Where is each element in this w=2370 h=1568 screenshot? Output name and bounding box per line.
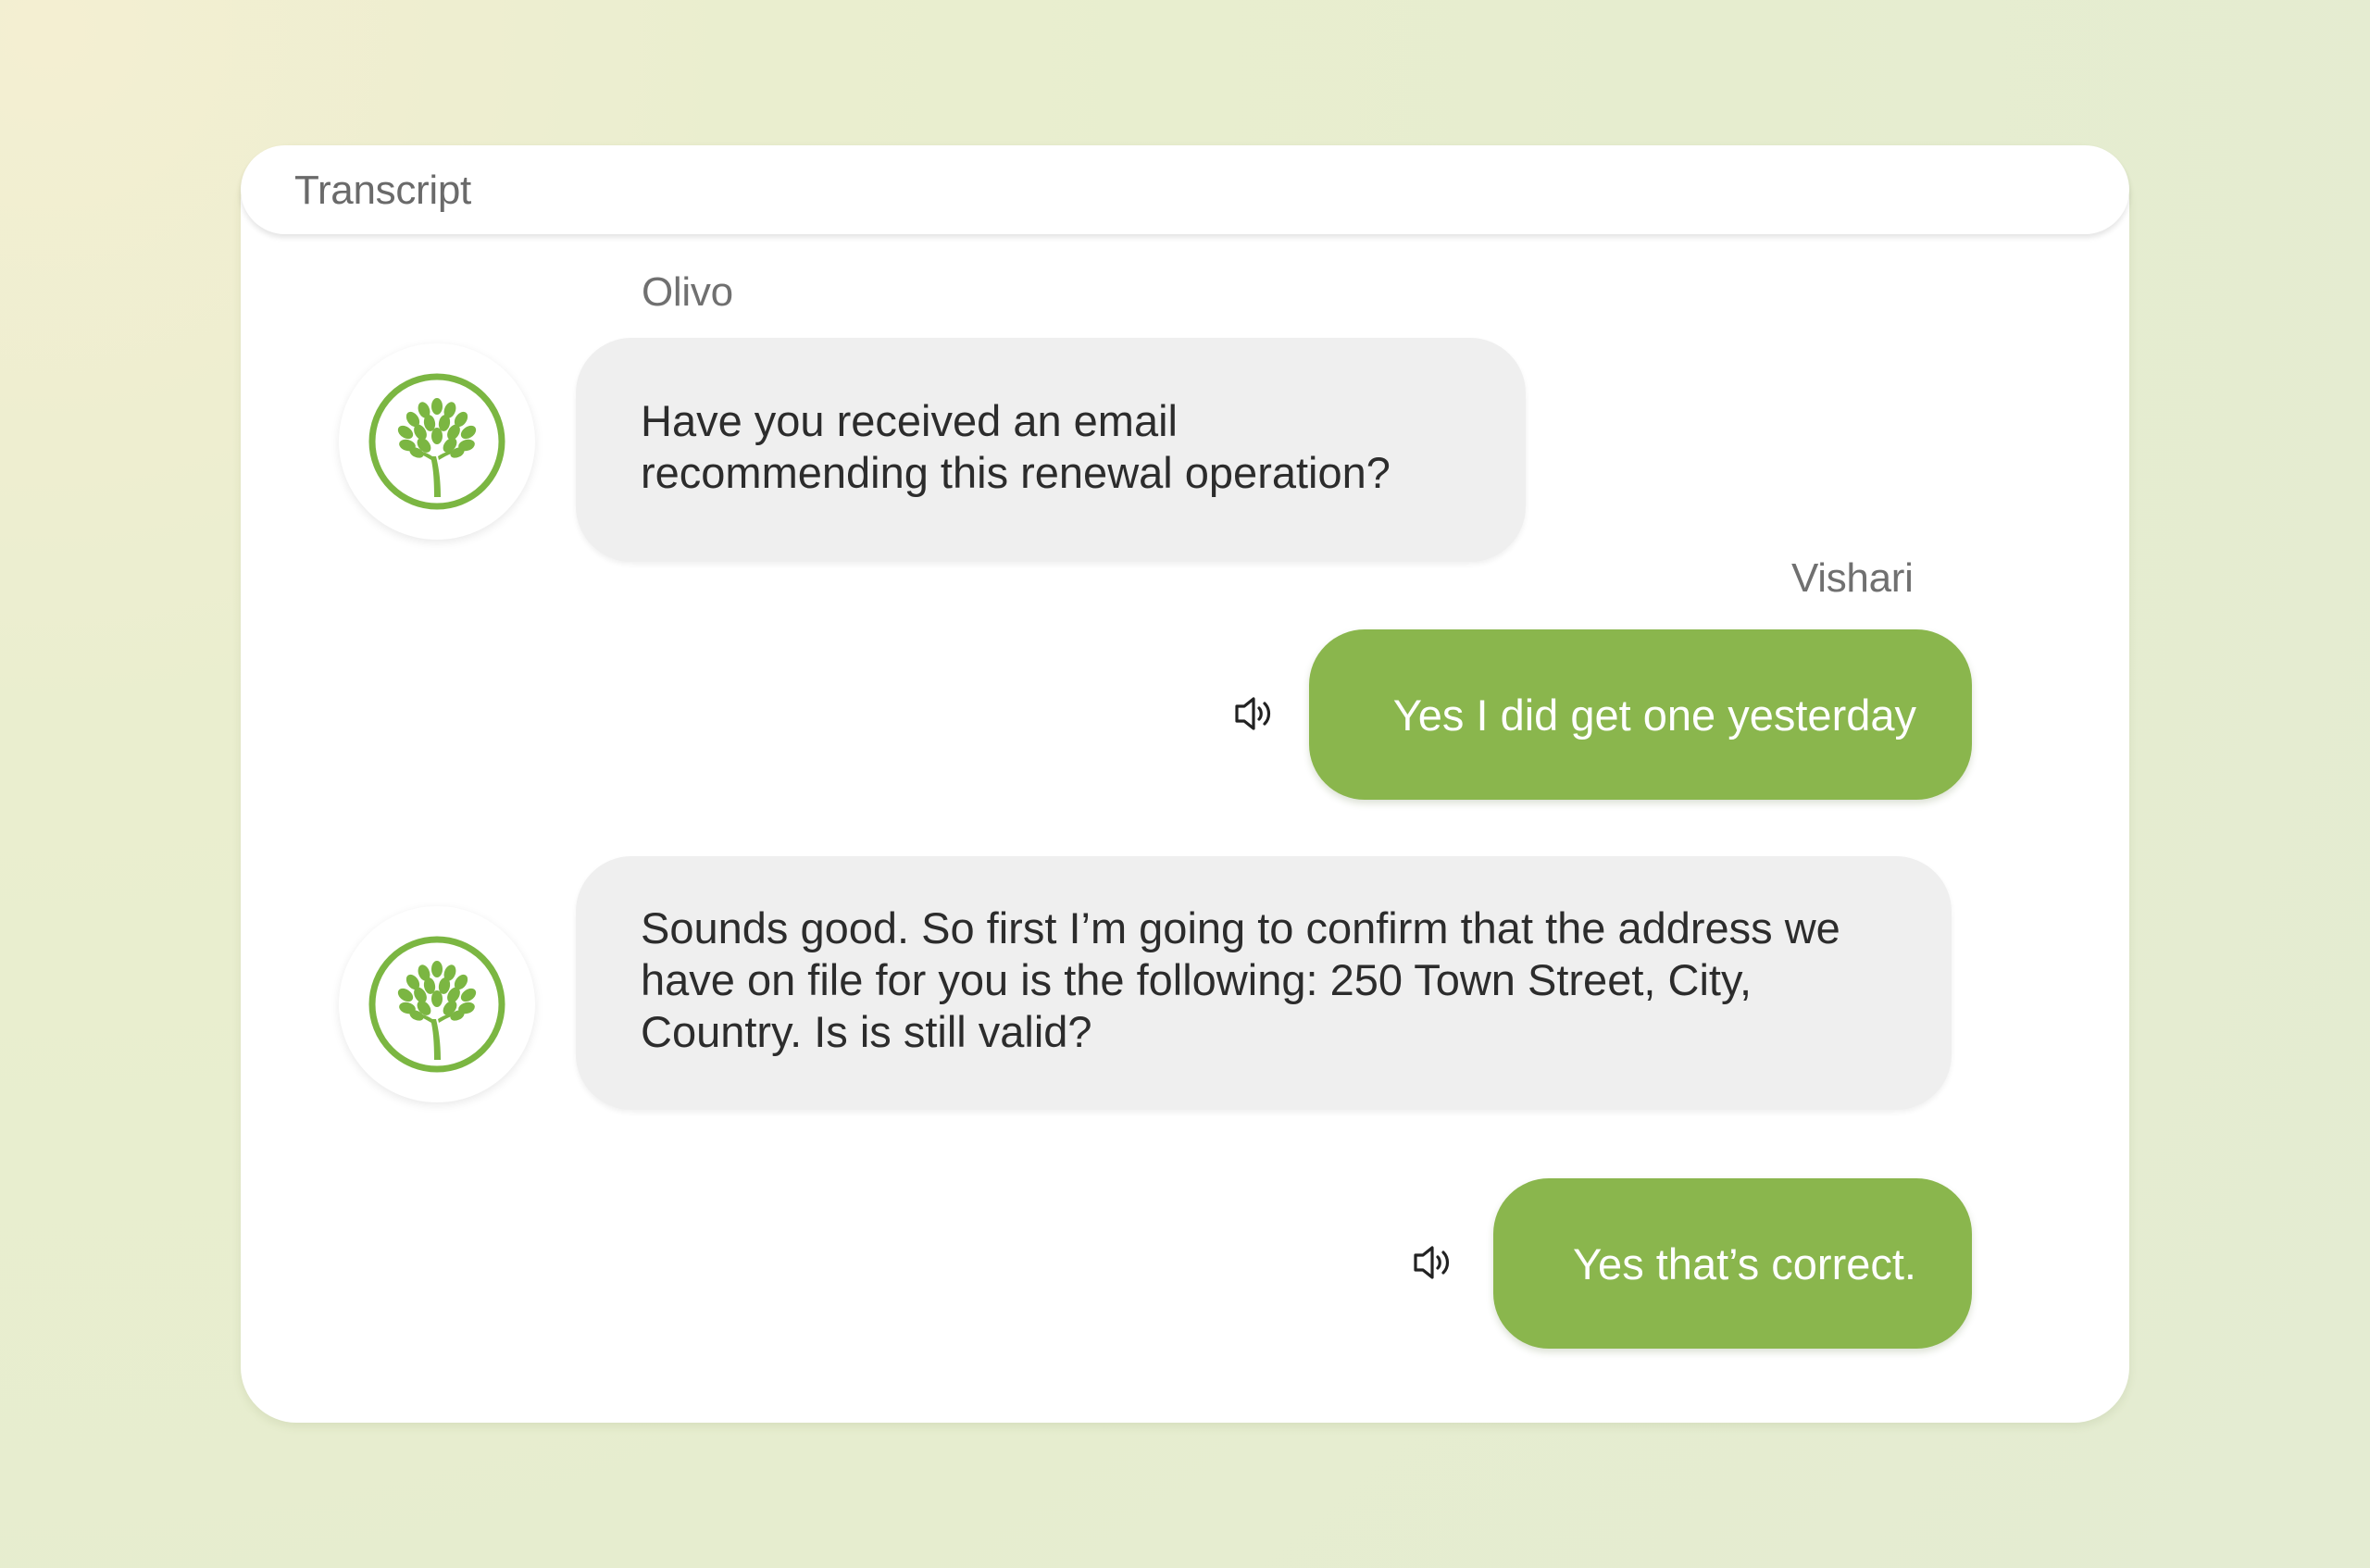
bot-message-bubble: Have you received an email recommending …: [576, 338, 1526, 562]
speaker-icon[interactable]: [1229, 691, 1274, 736]
user-message-bubble: Yes I did get one yesterday: [1309, 629, 1972, 800]
message-line: Country. Is is still valid?: [641, 1007, 1092, 1056]
bot-message-bubble: Sounds good. So first I’m going to confi…: [576, 856, 1952, 1110]
message-line: recommending this renewal operation?: [641, 448, 1391, 497]
avatar: [339, 906, 535, 1102]
tree-logo-icon: [367, 934, 507, 1075]
message-text: Yes that’s correct.: [1573, 1238, 1916, 1288]
transcript-title: Transcript: [294, 168, 471, 213]
tree-logo-icon: [367, 371, 507, 512]
message-line: have on file for you is the following: 2…: [641, 955, 1753, 1004]
transcript-header: Transcript: [241, 145, 2129, 234]
transcript-card: Transcript Olivo Have you received an em…: [241, 145, 2129, 1423]
message-text: Yes I did get one yesterday: [1392, 690, 1916, 740]
speaker-icon[interactable]: [1408, 1240, 1453, 1285]
message-line: Sounds good. So first I’m going to confi…: [641, 903, 1840, 952]
sender-name-vishari: Vishari: [1791, 555, 1914, 601]
avatar: [339, 343, 535, 540]
user-message-bubble: Yes that’s correct.: [1493, 1178, 1972, 1349]
message-line: Have you received an email: [641, 396, 1178, 445]
sender-name-olivo: Olivo: [642, 269, 733, 315]
